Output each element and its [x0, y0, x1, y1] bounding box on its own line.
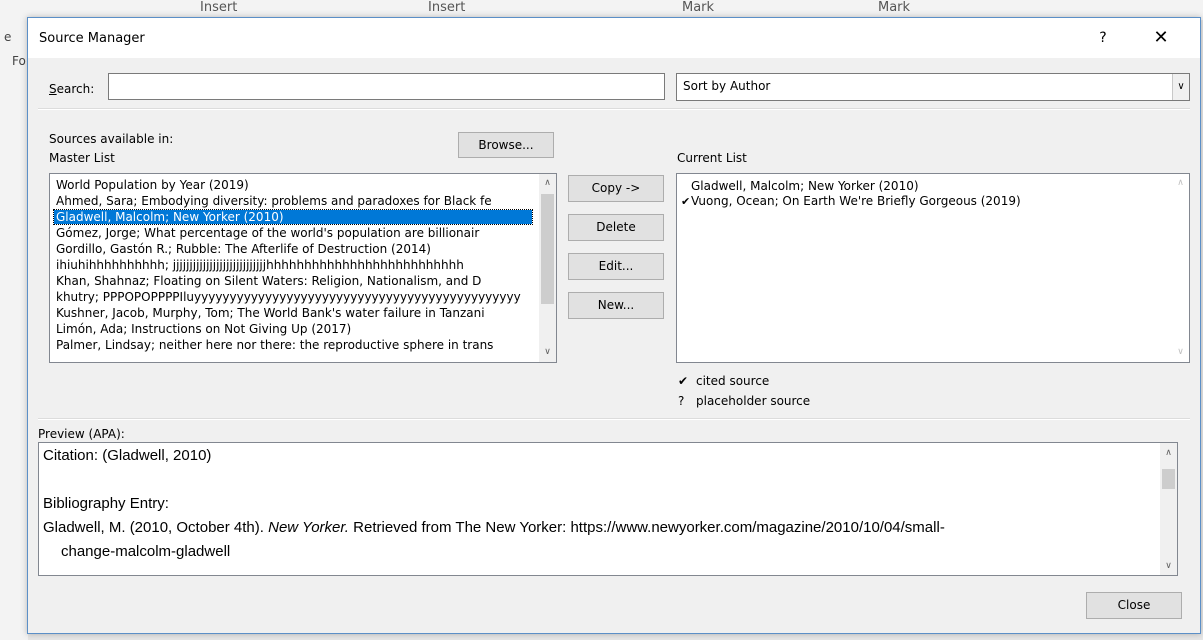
ribbon-tab-insert-2[interactable]: Insert	[428, 0, 465, 15]
ribbon-tab-mark-2[interactable]: Mark	[878, 0, 910, 15]
scroll-up-icon[interactable]: ∧	[1172, 175, 1189, 192]
preview-citation: Citation: (Gladwell, 2010)	[43, 447, 212, 464]
master-list-item[interactable]: Gómez, Jorge; What percentage of the wor…	[54, 226, 536, 240]
master-list-item[interactable]: Limón, Ada; Instructions on Not Giving U…	[54, 322, 536, 336]
master-list-item[interactable]: World Population by Year (2019)	[54, 178, 536, 192]
dialog-title: Source Manager	[39, 31, 145, 46]
scroll-up-icon[interactable]: ∧	[539, 175, 556, 192]
master-list-label: Master List	[49, 151, 115, 165]
search-label-accelerator: S	[49, 82, 57, 96]
divider	[38, 108, 1190, 110]
question-icon: ?	[678, 394, 685, 408]
scroll-down-icon[interactable]: ∨	[1160, 557, 1177, 574]
current-list-item-text: Vuong, Ocean; On Earth We're Briefly Gor…	[691, 194, 1021, 208]
delete-button[interactable]: Delete	[568, 214, 664, 241]
help-button[interactable]: ?	[1090, 26, 1116, 50]
master-list-item[interactable]: Khan, Shahnaz; Floating on Silent Waters…	[54, 274, 536, 288]
bib-entry-author: Gladwell, M. (2010, October 4th).	[43, 519, 269, 536]
master-list-item[interactable]: khutry; PPPOPOPPPPIluyyyyyyyyyyyyyyyyyyy…	[54, 290, 536, 304]
scroll-down-icon[interactable]: ∨	[539, 344, 556, 361]
sources-available-label: Sources available in:	[49, 132, 174, 146]
chevron-down-icon[interactable]: ∨	[1172, 74, 1189, 100]
preview-bib-entry: Gladwell, M. (2010, October 4th). New Yo…	[43, 519, 945, 536]
preview-box[interactable]: Citation: (Gladwell, 2010) Bibliography …	[38, 442, 1178, 576]
scroll-up-icon[interactable]: ∧	[1160, 444, 1177, 461]
current-list-item[interactable]: Gladwell, Malcolm; New Yorker (2010)	[681, 179, 919, 194]
cited-check-icon: ✔	[681, 195, 691, 208]
current-list-item-text: Gladwell, Malcolm; New Yorker (2010)	[691, 179, 919, 193]
edit-button[interactable]: Edit...	[568, 253, 664, 280]
preview-bib-entry-cont: change-malcolm-gladwell	[61, 543, 231, 560]
bib-entry-title: New Yorker.	[268, 519, 349, 536]
master-list-scrollbar[interactable]: ∧ ∨	[539, 174, 556, 362]
master-list-item[interactable]: ihiuhihhhhhhhhhh; jjjjjjjjjjjjjjjjjjjjjj…	[54, 258, 536, 272]
master-list-item[interactable]: Gladwell, Malcolm; New Yorker (2010)	[53, 209, 533, 225]
cited-check-icon: ✔	[678, 374, 689, 388]
background-left-label-2: Fo	[12, 54, 26, 68]
legend-placeholder: ? placeholder source	[678, 394, 810, 408]
sort-select-value: Sort by Author	[683, 79, 771, 93]
preview-scrollbar[interactable]: ∧ ∨	[1160, 443, 1177, 575]
background-left-label: e	[4, 30, 12, 44]
master-list[interactable]: World Population by Year (2019) Ahmed, Sa…	[49, 173, 557, 363]
search-label: Search:	[49, 82, 94, 96]
divider	[38, 418, 1190, 420]
close-icon[interactable]: ✕	[1146, 26, 1176, 50]
preview-bib-heading: Bibliography Entry:	[43, 495, 169, 512]
copy-button[interactable]: Copy ->	[568, 175, 664, 202]
legend-cited: ✔ cited source	[678, 374, 769, 388]
legend-cited-text: cited source	[696, 374, 770, 388]
current-list-label: Current List	[677, 151, 747, 165]
current-list-item[interactable]: ✔Vuong, Ocean; On Earth We're Briefly Go…	[681, 194, 1021, 209]
search-input[interactable]	[108, 73, 665, 100]
current-list[interactable]: Gladwell, Malcolm; New Yorker (2010) ✔Vu…	[676, 173, 1190, 363]
scroll-thumb[interactable]	[541, 194, 554, 304]
new-button[interactable]: New...	[568, 292, 664, 319]
scroll-thumb[interactable]	[1162, 469, 1175, 489]
ribbon-tab-mark[interactable]: Mark	[682, 0, 714, 15]
sort-select[interactable]: Sort by Author ∨	[676, 73, 1190, 101]
master-list-item[interactable]: Palmer, Lindsay; neither here nor there:…	[54, 338, 536, 352]
search-label-rest: earch:	[56, 82, 95, 96]
scroll-down-icon[interactable]: ∨	[1172, 344, 1189, 361]
master-list-item[interactable]: Ahmed, Sara; Embodying diversity: proble…	[54, 194, 536, 208]
master-list-item[interactable]: Gordillo, Gastón R.; Rubble: The Afterli…	[54, 242, 536, 256]
browse-button[interactable]: Browse...	[458, 132, 554, 158]
source-manager-dialog: Source Manager ? ✕ Search: Sort by Autho…	[27, 17, 1201, 634]
master-list-item[interactable]: Kushner, Jacob, Murphy, Tom; The World B…	[54, 306, 536, 320]
close-button[interactable]: Close	[1086, 592, 1182, 619]
background-left-panel: e Fo	[0, 20, 28, 640]
current-list-scrollbar[interactable]: ∧ ∨	[1172, 174, 1189, 362]
ribbon-tab-insert[interactable]: Insert	[200, 0, 237, 15]
bib-entry-source: Retrieved from The New Yorker: https://w…	[348, 519, 945, 536]
title-bar: Source Manager ? ✕	[28, 18, 1200, 58]
preview-label: Preview (APA):	[38, 427, 125, 441]
legend-placeholder-text: placeholder source	[696, 394, 811, 408]
